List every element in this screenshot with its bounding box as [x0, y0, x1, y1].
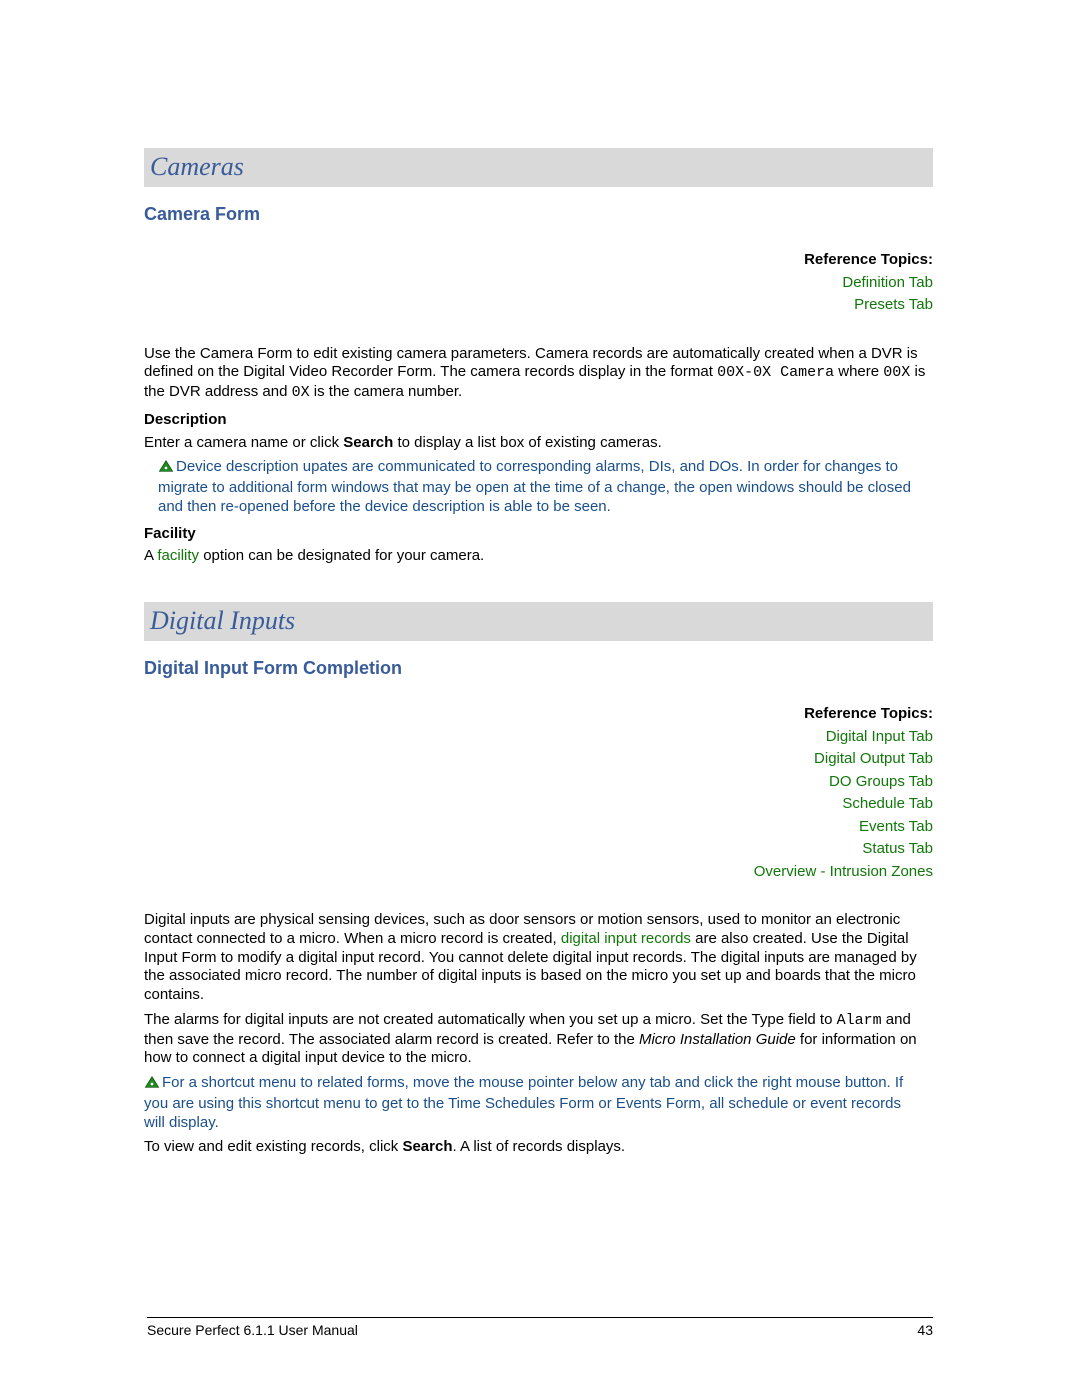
section-header-digital-inputs: Digital Inputs	[144, 602, 933, 641]
paragraph-di-search: To view and edit existing records, click…	[144, 1138, 933, 1157]
reference-topics-block: Reference Topics: Definition Tab Presets…	[144, 249, 933, 317]
ref-link-overview-intrusion-zones[interactable]: Overview - Intrusion Zones	[144, 861, 933, 884]
paragraph-di-intro: Digital inputs are physical sensing devi…	[144, 911, 933, 1005]
section-title: Digital Inputs	[150, 606, 295, 635]
footer-rule	[147, 1317, 933, 1318]
ref-link-digital-output-tab[interactable]: Digital Output Tab	[144, 748, 933, 771]
subsection-camera-form: Camera Form	[144, 203, 933, 226]
paragraph-di-alarms: The alarms for digital inputs are not cr…	[144, 1011, 933, 1068]
page-number: 43	[917, 1322, 933, 1340]
note-device-description: Device description upates are communicat…	[144, 458, 933, 516]
paragraph-facility: A facility option can be designated for …	[144, 547, 933, 566]
reference-topics-block-2: Reference Topics: Digital Input Tab Digi…	[144, 703, 933, 883]
note-icon	[158, 459, 174, 479]
footer-title: Secure Perfect 6.1.1 User Manual	[147, 1322, 358, 1340]
ref-link-definition-tab[interactable]: Definition Tab	[144, 272, 933, 295]
field-label-facility: Facility	[144, 525, 933, 544]
section-title: Cameras	[150, 152, 244, 181]
field-label-description: Description	[144, 411, 933, 430]
note-shortcut-menu: For a shortcut menu to related forms, mo…	[144, 1074, 933, 1132]
note-icon	[144, 1075, 160, 1095]
link-facility[interactable]: facility	[157, 547, 199, 564]
ref-link-do-groups-tab[interactable]: DO Groups Tab	[144, 771, 933, 794]
reference-topics-label: Reference Topics:	[144, 703, 933, 726]
ref-link-digital-input-tab[interactable]: Digital Input Tab	[144, 726, 933, 749]
paragraph-description: Enter a camera name or click Search to d…	[144, 434, 933, 453]
page-footer: Secure Perfect 6.1.1 User Manual 43	[147, 1317, 933, 1340]
ref-link-schedule-tab[interactable]: Schedule Tab	[144, 793, 933, 816]
paragraph-camera-intro: Use the Camera Form to edit existing cam…	[144, 345, 933, 403]
section-header-cameras: Cameras	[144, 148, 933, 187]
ref-link-presets-tab[interactable]: Presets Tab	[144, 294, 933, 317]
subsection-digital-input-form: Digital Input Form Completion	[144, 657, 933, 680]
document-page: Cameras Camera Form Reference Topics: De…	[0, 0, 1080, 1397]
ref-link-status-tab[interactable]: Status Tab	[144, 838, 933, 861]
link-digital-input-records[interactable]: digital input records	[561, 930, 691, 947]
ref-link-events-tab[interactable]: Events Tab	[144, 816, 933, 839]
reference-topics-label: Reference Topics:	[144, 249, 933, 272]
